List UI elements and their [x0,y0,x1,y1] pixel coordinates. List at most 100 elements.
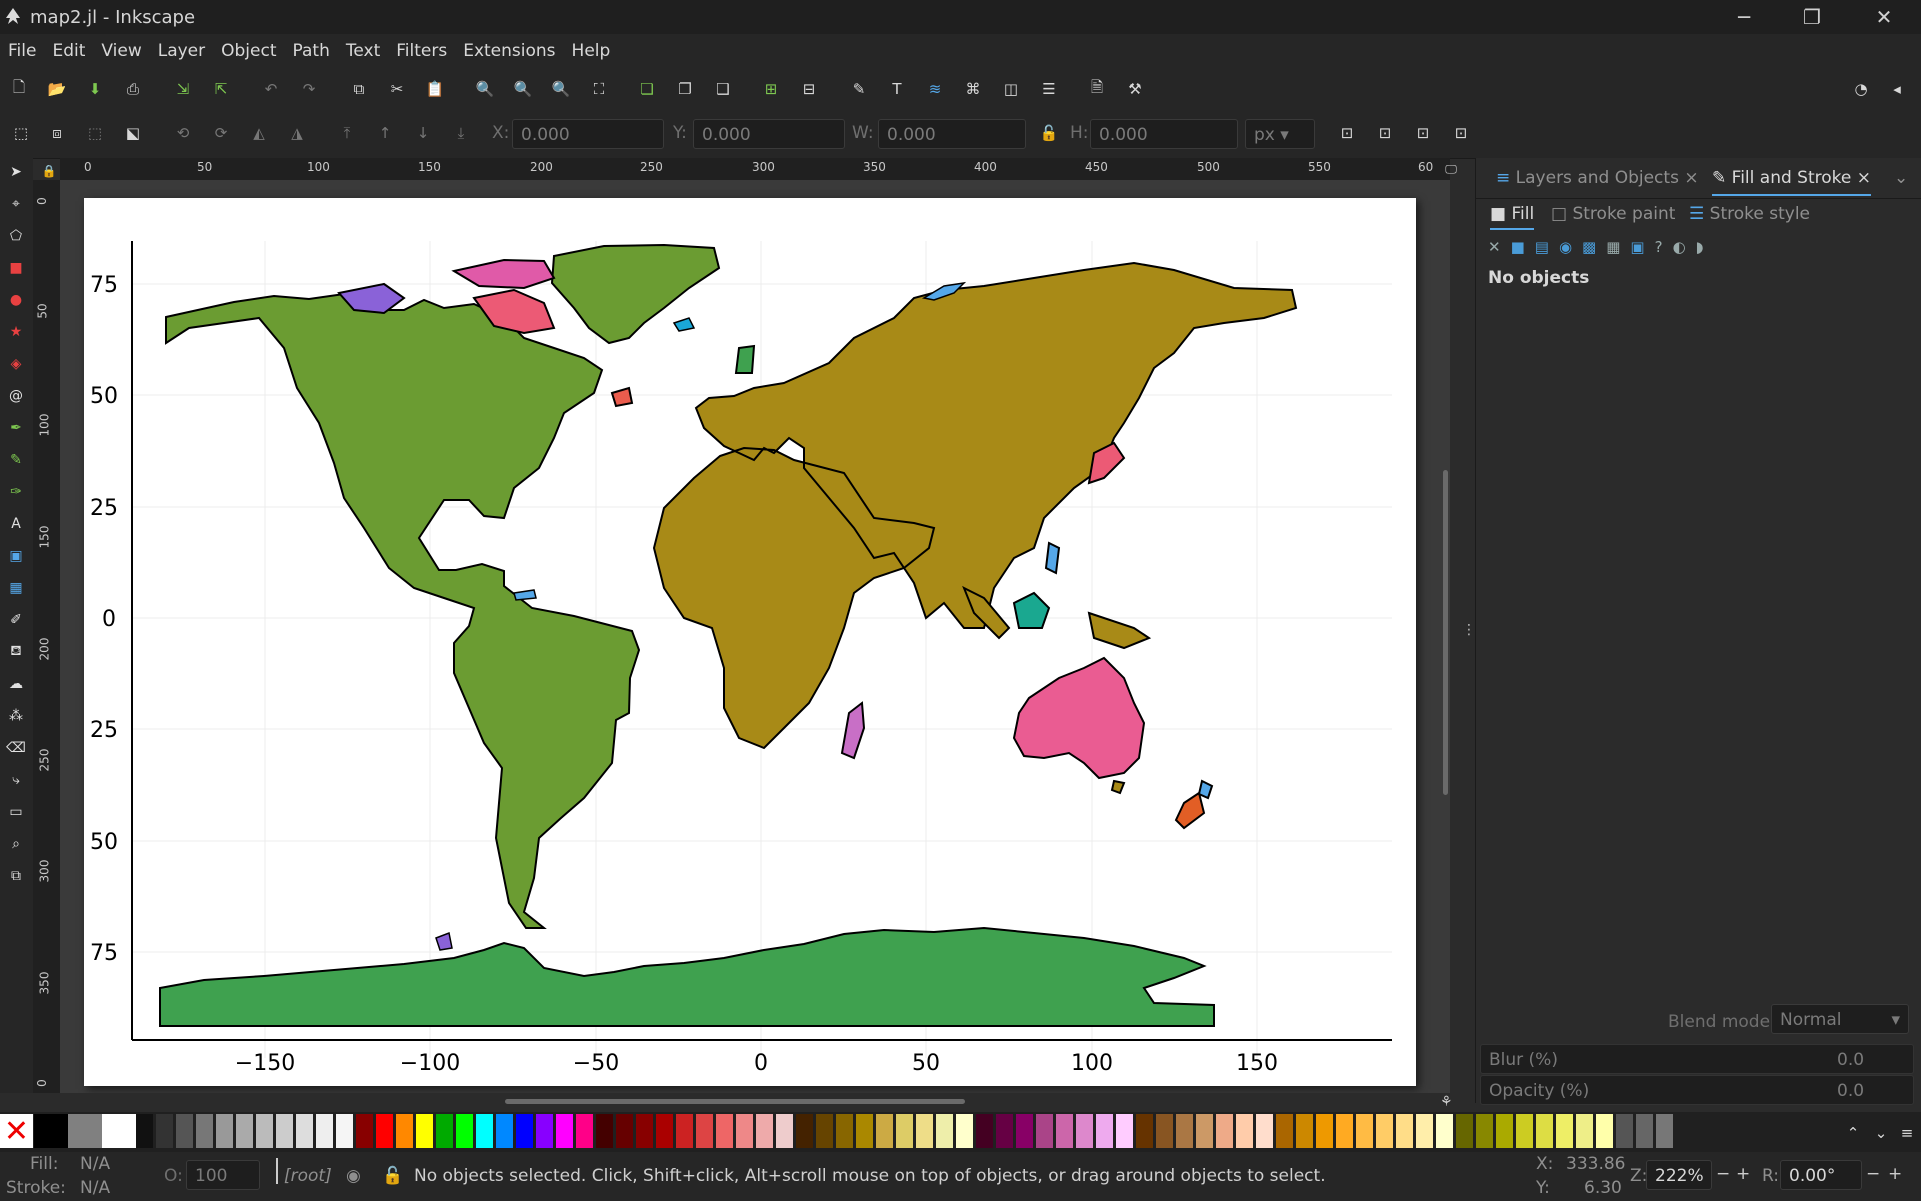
restore-icon[interactable]: ❐ [1784,0,1840,34]
swatch-white[interactable] [102,1114,136,1148]
align-distribute-icon[interactable]: ☰ [1038,78,1060,100]
color-swatch[interactable] [816,1114,833,1148]
rotation-field[interactable]: 0.00° [1780,1160,1862,1190]
clone-icon[interactable]: ❐ [674,78,696,100]
display-mode-icon[interactable]: 🖵 [1440,158,1462,180]
zoom-in-icon[interactable]: + [1736,1164,1750,1184]
color-swatch[interactable] [776,1114,793,1148]
color-swatch[interactable] [696,1114,713,1148]
new-document-icon[interactable]: 🗋 [8,78,30,100]
color-swatch[interactable] [1356,1114,1373,1148]
color-swatch[interactable] [516,1114,533,1148]
dock-menu-icon[interactable]: ⌄ [1894,168,1908,188]
color-swatch[interactable] [1016,1114,1033,1148]
color-swatch[interactable] [216,1114,233,1148]
close-icon[interactable]: × [1684,168,1698,188]
color-swatch[interactable] [1216,1114,1233,1148]
unlink-clone-icon[interactable]: ❑ [712,78,734,100]
color-swatch[interactable] [1276,1114,1293,1148]
shape-builder-icon[interactable]: ⬠ [6,226,26,246]
color-swatch[interactable] [456,1114,473,1148]
color-swatch[interactable] [1436,1114,1453,1148]
ungroup-icon[interactable]: ⊟ [798,78,820,100]
palette-scroll-down-icon[interactable]: ⌄ [1870,1122,1892,1144]
minimize-icon[interactable]: ─ [1716,0,1772,34]
color-swatch[interactable] [1336,1114,1353,1148]
color-swatch[interactable] [1176,1114,1193,1148]
spray-tool-icon[interactable]: ⁂ [6,706,26,726]
color-swatch[interactable] [896,1114,913,1148]
color-swatch[interactable] [296,1114,313,1148]
color-swatch[interactable] [596,1114,613,1148]
fill-rule-evenodd-icon[interactable]: ◐ [1673,238,1686,256]
palette-menu-icon[interactable]: ≡ [1896,1122,1918,1144]
color-swatch[interactable] [1556,1114,1573,1148]
color-swatch[interactable] [1536,1114,1553,1148]
mesh-tool-icon[interactable]: ▦ [6,578,26,598]
drawing-canvas[interactable]: 75 50 25 0 25 50 75 −150 −100 −50 0 50 1… [60,180,1450,1093]
current-layer[interactable]: [root] [284,1166,332,1186]
rotate-cw-icon[interactable]: ⟳ [210,122,232,144]
calligraphy-tool-icon[interactable]: ✑ [6,482,26,502]
menu-edit[interactable]: Edit [44,41,93,61]
vertical-scrollbar[interactable] [1443,470,1448,795]
swatch-black[interactable] [34,1114,68,1148]
color-swatch[interactable] [1196,1114,1213,1148]
color-swatch[interactable] [1656,1114,1673,1148]
linear-gradient-icon[interactable]: ▤ [1535,238,1549,256]
close-icon[interactable]: ✕ [1856,0,1912,34]
redo-icon[interactable]: ↷ [298,78,320,100]
unit-select[interactable]: px ▾ [1245,119,1315,149]
import-icon[interactable]: ⇲ [172,78,194,100]
swatch-gray[interactable] [68,1114,102,1148]
color-swatch[interactable] [1156,1114,1173,1148]
radial-gradient-icon[interactable]: ◉ [1559,238,1572,256]
color-swatch[interactable] [636,1114,653,1148]
zoom-field[interactable]: 222% [1646,1160,1712,1190]
color-swatch[interactable] [1576,1114,1593,1148]
color-swatch[interactable] [956,1114,973,1148]
color-swatch[interactable] [716,1114,733,1148]
y-field[interactable]: 0.000 [693,119,845,149]
symbols-icon[interactable]: ◫ [1000,78,1022,100]
gradient-tool-icon[interactable]: ▣ [6,546,26,566]
color-swatch[interactable] [656,1114,673,1148]
subtab-stroke-style[interactable]: ☰ Stroke style [1689,204,1810,224]
color-swatch[interactable] [476,1114,493,1148]
color-swatch[interactable] [736,1114,753,1148]
color-swatch[interactable] [496,1114,513,1148]
menu-layer[interactable]: Layer [150,41,213,61]
color-swatch[interactable] [136,1114,153,1148]
color-swatch[interactable] [1496,1114,1513,1148]
menu-filters[interactable]: Filters [388,41,455,61]
menu-text[interactable]: Text [338,41,388,61]
color-swatch[interactable] [1076,1114,1093,1148]
color-swatch[interactable] [576,1114,593,1148]
fill-stroke-icon[interactable]: ✎ [848,78,870,100]
color-swatch[interactable] [396,1114,413,1148]
zoom-tool-icon[interactable]: ⌕ [6,834,26,854]
group-icon[interactable]: ⊞ [760,78,782,100]
color-swatch[interactable] [1516,1114,1533,1148]
color-swatch[interactable] [1636,1114,1653,1148]
color-swatch[interactable] [336,1114,353,1148]
color-swatch[interactable] [916,1114,933,1148]
color-swatch[interactable] [436,1114,453,1148]
layers-icon[interactable]: ≋ [924,78,946,100]
color-swatch[interactable] [1476,1114,1493,1148]
unset-paint-icon[interactable]: ? [1655,238,1663,256]
color-swatch[interactable] [1056,1114,1073,1148]
color-swatch[interactable] [1396,1114,1413,1148]
tab-fill-stroke[interactable]: ✎ Fill and Stroke × [1712,168,1871,196]
color-swatch[interactable] [1116,1114,1133,1148]
x-field[interactable]: 0.000 [512,119,664,149]
layer-lock-icon[interactable]: 🔓 [382,1166,403,1186]
color-swatch[interactable] [376,1114,393,1148]
zoom-out-icon[interactable]: − [1716,1164,1730,1184]
color-swatch[interactable] [836,1114,853,1148]
color-swatch[interactable] [1596,1114,1613,1148]
color-swatch[interactable] [1256,1114,1273,1148]
copy-icon[interactable]: ⧉ [348,78,370,100]
color-swatch[interactable] [1136,1114,1153,1148]
color-swatch[interactable] [856,1114,873,1148]
